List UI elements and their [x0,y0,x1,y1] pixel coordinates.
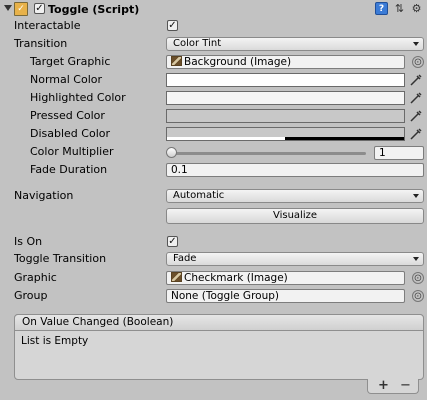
disabled-color-label: Disabled Color [30,127,111,140]
script-icon: ✓ [14,2,28,16]
dropdown-arrow-icon [413,257,419,261]
toggle-transition-dropdown[interactable]: Fade [166,252,424,266]
fade-duration-label: Fade Duration [30,163,108,176]
alpha-bar [285,137,404,140]
interactable-checkbox[interactable]: ✓ [167,20,178,31]
list-empty-text: List is Empty [21,335,89,347]
normal-color-swatch[interactable] [166,73,405,87]
component-enabled-checkbox[interactable]: ✓ [34,3,45,14]
pressed-color-swatch[interactable] [166,109,405,123]
disabled-color-swatch[interactable] [166,127,405,141]
transition-dropdown[interactable]: Color Tint [166,37,424,51]
group-field[interactable]: None (Toggle Group) [166,289,405,303]
visualize-button[interactable]: Visualize [166,208,424,224]
group-label: Group [14,289,48,302]
highlighted-color-label: Highlighted Color [30,91,126,104]
image-icon [171,56,182,66]
is-on-label: Is On [14,235,43,248]
color-multiplier-slider-track[interactable] [170,152,366,155]
color-multiplier-field[interactable]: 1 [374,146,424,160]
eyedropper-icon[interactable] [409,91,423,105]
color-multiplier-slider-thumb[interactable] [166,147,177,158]
highlighted-color-swatch[interactable] [166,91,405,105]
graphic-label: Graphic [14,271,57,284]
on-value-changed-header: On Value Changed (Boolean) [14,314,424,331]
alpha-bar-bg [167,137,285,140]
transition-label: Transition [14,37,68,50]
target-graphic-field[interactable]: Background (Image) [166,55,405,69]
graphic-value: Checkmark (Image) [184,272,288,284]
color-multiplier-label: Color Multiplier [30,145,114,158]
target-graphic-label: Target Graphic [30,55,111,68]
eyedropper-icon[interactable] [409,109,423,123]
object-picker-icon[interactable]: ⊙ [412,272,424,284]
help-icon[interactable]: ? [375,2,388,15]
settings-icon[interactable]: ⇅ [393,2,406,15]
object-picker-icon[interactable]: ⊙ [412,290,424,302]
target-graphic-value: Background (Image) [184,56,292,68]
navigation-label: Navigation [14,189,74,202]
remove-icon[interactable]: − [400,378,411,393]
toggle-transition-label: Toggle Transition [14,252,107,265]
pressed-color-label: Pressed Color [30,109,105,122]
image-icon [171,272,182,282]
dropdown-arrow-icon [413,194,419,198]
normal-color-label: Normal Color [30,73,103,86]
navigation-value: Automatic [173,190,225,201]
interactable-label: Interactable [14,19,81,32]
gear-icon[interactable]: ⚙ [410,2,423,15]
eyedropper-icon[interactable] [409,73,423,87]
component-header: ✓ ✓ Toggle (Script) ? ⇅ ⚙ [0,0,427,18]
fade-duration-field[interactable]: 0.1 [166,163,424,177]
graphic-field[interactable]: Checkmark (Image) [166,271,405,285]
eyedropper-icon[interactable] [409,127,423,141]
list-footer: + − [367,378,419,394]
toggle-transition-value: Fade [173,253,197,264]
navigation-dropdown[interactable]: Automatic [166,189,424,203]
add-icon[interactable]: + [378,378,389,393]
transition-value: Color Tint [173,38,222,49]
object-picker-icon[interactable]: ⊙ [412,56,424,68]
foldout-arrow-icon[interactable] [4,5,12,11]
is-on-checkbox[interactable]: ✓ [167,236,178,247]
dropdown-arrow-icon [413,42,419,46]
component-title: Toggle (Script) [48,3,140,16]
